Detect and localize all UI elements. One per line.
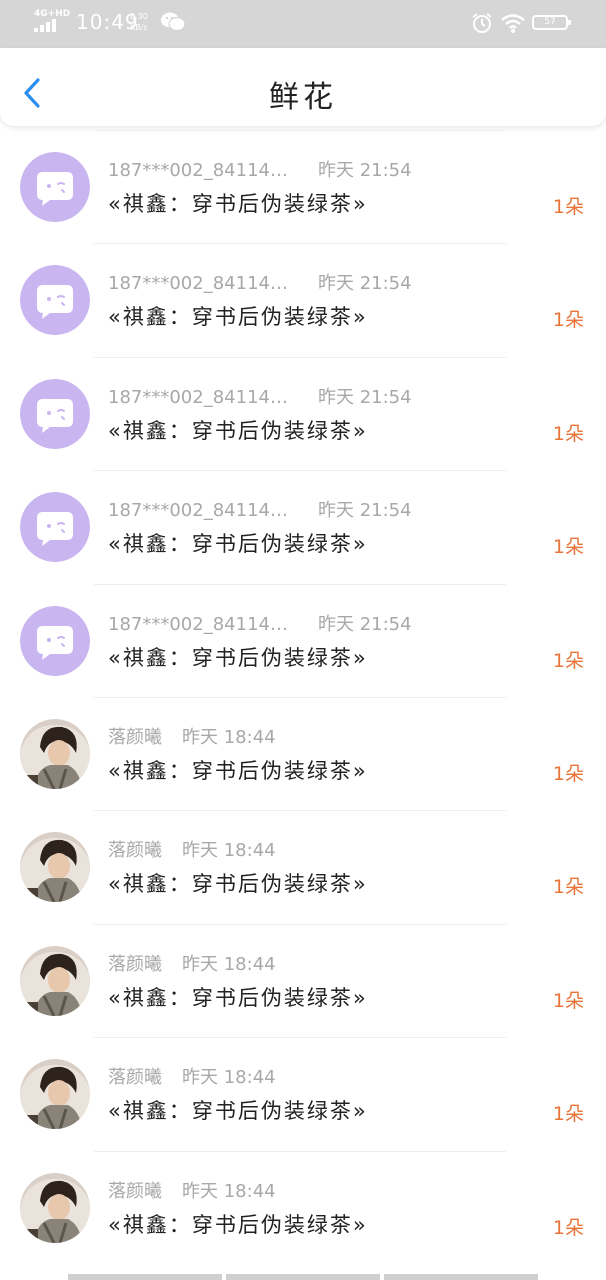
book-title[interactable]: «祺鑫：穿书后伪装绿茶» — [108, 301, 368, 331]
sender-name[interactable]: 落颜曦 — [108, 727, 162, 748]
default-chat-bubble-avatar-icon[interactable] — [20, 152, 90, 222]
row-divider — [94, 356, 506, 358]
speed-unit: KB/s — [130, 23, 148, 32]
flower-count: 1朵 — [552, 876, 584, 899]
sender-meta: 187***002_84114… 昨天 21:54 — [108, 156, 412, 182]
page-title: 鲜花 — [269, 80, 337, 115]
send-time: 昨天 18:44 — [182, 726, 276, 748]
row-divider — [94, 583, 506, 585]
list-item[interactable]: 落颜曦 昨天 18:44 «祺鑫：穿书后伪装绿茶» 1朵 — [0, 1150, 606, 1264]
sender-name[interactable]: 187***002_84114… — [108, 614, 288, 635]
alarm-icon — [472, 13, 492, 33]
send-time: 昨天 21:54 — [317, 386, 412, 408]
user-photo-avatar[interactable] — [20, 1059, 90, 1130]
speed-value: 0.30 — [130, 12, 148, 21]
user-photo-avatar[interactable] — [20, 1172, 90, 1243]
flower-count: 1朵 — [552, 422, 584, 445]
user-photo-avatar[interactable] — [20, 718, 90, 789]
send-time: 昨天 18:44 — [182, 1067, 276, 1089]
sender-meta: 落颜曦 昨天 18:44 — [108, 950, 276, 976]
send-time: 昨天 21:54 — [317, 160, 412, 181]
flower-record-list: 187***002_84114… 昨天 21:54 «祺鑫：穿书后伪装绿茶» 1朵… — [0, 130, 606, 1264]
sender-name[interactable]: 187***002_84114… — [108, 500, 288, 521]
network-type: 4G+HD — [34, 9, 71, 19]
user-photo-avatar[interactable] — [20, 945, 90, 1016]
signal-icon — [34, 19, 56, 32]
book-title[interactable]: «祺鑫：穿书后伪装绿茶» — [108, 642, 368, 672]
sender-name[interactable]: 187***002_84114… — [108, 273, 288, 294]
default-chat-bubble-avatar-icon[interactable] — [20, 265, 90, 336]
book-title[interactable]: «祺鑫：穿书后伪装绿茶» — [108, 982, 368, 1012]
flower-count: 1朵 — [552, 196, 584, 218]
network-speed: 0.30 KB/s — [130, 11, 148, 33]
list-item[interactable]: 落颜曦 昨天 18:44 «祺鑫：穿书后伪装绿茶» 1朵 — [0, 1037, 606, 1150]
book-title[interactable]: «祺鑫：穿书后伪装绿茶» — [108, 1209, 368, 1239]
row-divider — [94, 923, 506, 925]
list-item[interactable]: 187***002_84114… 昨天 21:54 «祺鑫：穿书后伪装绿茶» 1朵 — [0, 470, 606, 583]
battery-icon: 57 — [532, 15, 571, 30]
wifi-icon — [501, 14, 525, 33]
default-chat-bubble-avatar-icon[interactable] — [20, 378, 90, 449]
sender-meta: 落颜曦 昨天 18:44 — [108, 723, 276, 749]
flower-count: 1朵 — [552, 989, 584, 1012]
list-item[interactable]: 落颜曦 昨天 18:44 «祺鑫：穿书后伪装绿茶» 1朵 — [0, 923, 606, 1037]
flower-count: 1朵 — [552, 309, 584, 332]
flower-count: 1朵 — [552, 762, 584, 785]
send-time: 昨天 18:44 — [182, 840, 276, 862]
sender-meta: 落颜曦 昨天 18:44 — [108, 836, 276, 862]
wechat-icon — [161, 12, 186, 32]
sender-name[interactable]: 落颜曦 — [108, 1067, 162, 1088]
sender-meta: 187***002_84114… 昨天 21:54 — [108, 269, 412, 295]
send-time: 昨天 21:54 — [317, 273, 412, 295]
row-divider — [94, 1150, 506, 1152]
row-divider — [94, 696, 506, 698]
book-title[interactable]: «祺鑫：穿书后伪装绿茶» — [108, 755, 368, 785]
sender-name[interactable]: 落颜曦 — [108, 1181, 162, 1202]
bottom-edge — [68, 1274, 538, 1280]
sender-meta: 落颜曦 昨天 18:44 — [108, 1063, 276, 1089]
list-item[interactable]: 187***002_84114… 昨天 21:54 «祺鑫：穿书后伪装绿茶» 1朵 — [0, 356, 606, 470]
list-item[interactable]: 187***002_84114… 昨天 21:54 «祺鑫：穿书后伪装绿茶» 1朵 — [0, 130, 606, 243]
status-bar: 4G+HD 10:49 0.30 KB/s 57 — [0, 0, 606, 48]
sender-meta: 187***002_84114… 昨天 21:54 — [108, 383, 412, 409]
battery-level: 57 — [544, 17, 556, 27]
default-chat-bubble-avatar-icon[interactable] — [20, 492, 90, 563]
book-title[interactable]: «祺鑫：穿书后伪装绿茶» — [108, 1095, 368, 1125]
flower-count: 1朵 — [552, 536, 584, 559]
list-item[interactable]: 落颜曦 昨天 18:44 «祺鑫：穿书后伪装绿茶» 1朵 — [0, 696, 606, 810]
sender-name[interactable]: 187***002_84114… — [108, 387, 288, 408]
row-divider — [94, 470, 506, 472]
sender-name[interactable]: 187***002_84114… — [108, 160, 288, 181]
book-title[interactable]: «祺鑫：穿书后伪装绿茶» — [108, 868, 368, 898]
list-item[interactable]: 187***002_84114… 昨天 21:54 «祺鑫：穿书后伪装绿茶» 1朵 — [0, 243, 606, 356]
sender-name[interactable]: 落颜曦 — [108, 840, 162, 861]
flower-count: 1朵 — [552, 1103, 584, 1126]
send-time: 昨天 21:54 — [317, 500, 412, 522]
send-time: 昨天 21:54 — [317, 613, 412, 635]
book-title[interactable]: «祺鑫：穿书后伪装绿茶» — [108, 528, 368, 558]
sender-meta: 187***002_84114… 昨天 21:54 — [108, 610, 412, 636]
sender-name[interactable]: 落颜曦 — [108, 954, 162, 975]
flower-count: 1朵 — [552, 1216, 584, 1239]
book-title[interactable]: «祺鑫：穿书后伪装绿茶» — [108, 415, 368, 445]
row-divider — [94, 1037, 506, 1039]
send-time: 昨天 18:44 — [182, 953, 276, 975]
flower-count: 1朵 — [552, 649, 584, 672]
row-divider — [94, 130, 506, 131]
sender-meta: 187***002_84114… 昨天 21:54 — [108, 496, 412, 522]
default-chat-bubble-avatar-icon[interactable] — [20, 605, 90, 676]
row-divider — [94, 810, 506, 812]
list-item[interactable]: 落颜曦 昨天 18:44 «祺鑫：穿书后伪装绿茶» 1朵 — [0, 810, 606, 923]
book-title[interactable]: «祺鑫：穿书后伪装绿茶» — [108, 188, 368, 218]
top-nav-bar: 鲜花 — [0, 48, 606, 126]
sender-meta: 落颜曦 昨天 18:44 — [108, 1177, 276, 1203]
list-item[interactable]: 187***002_84114… 昨天 21:54 «祺鑫：穿书后伪装绿茶» 1朵 — [0, 583, 606, 697]
row-divider — [94, 243, 506, 245]
send-time: 昨天 18:44 — [182, 1180, 276, 1202]
user-photo-avatar[interactable] — [20, 832, 90, 903]
